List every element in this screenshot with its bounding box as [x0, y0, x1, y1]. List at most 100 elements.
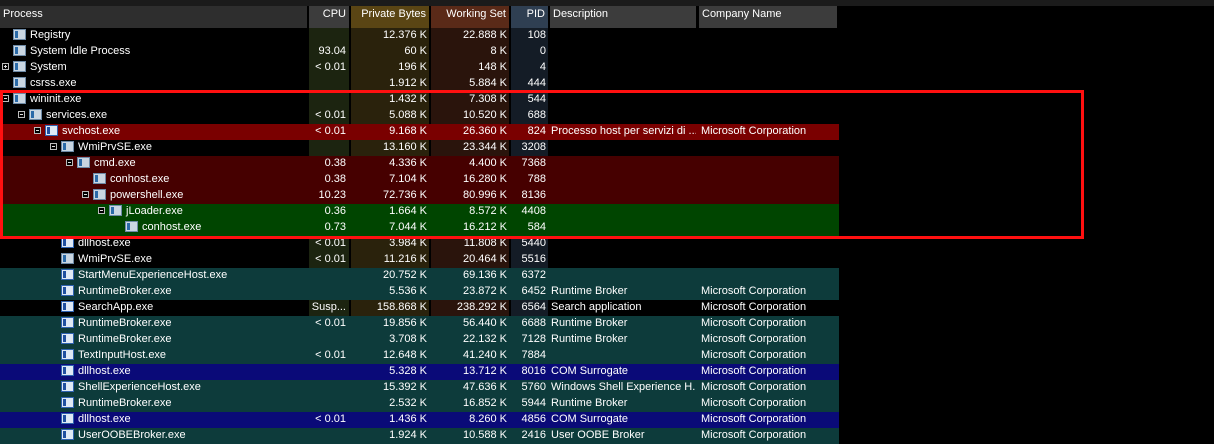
private-bytes-cell: 1.664 K — [389, 205, 427, 217]
column-header-description[interactable]: Description — [550, 6, 696, 28]
process-name-cell[interactable]: wininit.exe — [0, 92, 307, 108]
process-row[interactable]: RuntimeBroker.exe 3.708 K 22.132 K 7128 Runt… — [0, 332, 1214, 348]
process-name-cell[interactable]: dllhost.exe — [0, 236, 307, 252]
cpu-cell: 0.73 — [324, 221, 346, 233]
collapse-icon[interactable] — [34, 127, 41, 134]
working-set-cell: 148 K — [478, 61, 507, 73]
collapse-icon[interactable] — [50, 143, 57, 150]
process-icon — [61, 141, 74, 152]
process-row[interactable]: powershell.exe 10.23 72.736 K 80.996 K 8136 — [0, 188, 1214, 204]
description-cell — [551, 28, 696, 44]
cpu-cell: < 0.01 — [315, 125, 346, 137]
process-name-cell[interactable]: powershell.exe — [0, 188, 307, 204]
process-row[interactable]: WmiPrvSE.exe 13.160 K 23.344 K 3208 — [0, 140, 1214, 156]
process-row[interactable]: dllhost.exe < 0.01 3.984 K 11.808 K 5440 — [0, 236, 1214, 252]
description-cell — [551, 252, 696, 268]
process-row[interactable]: UserOOBEBroker.exe 1.924 K 10.588 K 2416 Use… — [0, 428, 1214, 444]
process-row[interactable]: dllhost.exe < 0.01 1.436 K 8.260 K 4856 COM S… — [0, 412, 1214, 428]
process-row[interactable]: SearchApp.exe Susp... 158.868 K 238.292 K 65… — [0, 300, 1214, 316]
process-icon — [13, 93, 26, 104]
private-bytes-cell: 3.708 K — [389, 333, 427, 345]
process-row[interactable]: dllhost.exe 5.328 K 13.712 K 8016 COM Surrog… — [0, 364, 1214, 380]
process-row[interactable]: ShellExperienceHost.exe 15.392 K 47.636 K 5… — [0, 380, 1214, 396]
pid-cell: 108 — [527, 29, 546, 41]
process-row[interactable]: csrss.exe 1.912 K 5.884 K 444 — [0, 76, 1214, 92]
column-header-cpu[interactable]: CPU — [309, 6, 349, 28]
process-name-cell[interactable]: UserOOBEBroker.exe — [0, 428, 307, 444]
process-name-cell[interactable]: WmiPrvSE.exe — [0, 252, 307, 268]
process-name-cell[interactable]: svchost.exe — [0, 124, 307, 140]
column-header-process[interactable]: Process — [0, 6, 307, 28]
process-name-cell[interactable]: dllhost.exe — [0, 364, 307, 380]
process-row[interactable]: RuntimeBroker.exe < 0.01 19.856 K 56.440 K 6… — [0, 316, 1214, 332]
process-row[interactable]: svchost.exe < 0.01 9.168 K 26.360 K 824 Proce… — [0, 124, 1214, 140]
expand-icon[interactable] — [2, 63, 9, 70]
process-name-cell[interactable]: SearchApp.exe — [0, 300, 307, 316]
company-cell — [701, 156, 837, 172]
cpu-cell — [309, 76, 346, 92]
collapse-icon[interactable] — [2, 95, 9, 102]
process-name-cell[interactable]: conhost.exe — [0, 172, 307, 188]
working-set-cell: 20.464 K — [462, 253, 507, 265]
column-header-private-bytes[interactable]: Private Bytes — [351, 6, 429, 28]
process-row[interactable]: jLoader.exe 0.36 1.664 K 8.572 K 4408 — [0, 204, 1214, 220]
process-row[interactable]: services.exe < 0.01 5.088 K 10.520 K 688 — [0, 108, 1214, 124]
private-bytes-cell: 196 K — [398, 61, 427, 73]
process-name-cell[interactable]: RuntimeBroker.exe — [0, 284, 307, 300]
description-cell — [551, 236, 696, 252]
process-name: conhost.exe — [110, 173, 170, 185]
column-header-working-set[interactable]: Working Set — [431, 6, 509, 28]
cpu-cell: < 0.01 — [315, 413, 346, 425]
process-name-cell[interactable]: Registry — [0, 28, 307, 44]
column-header-company[interactable]: Company Name — [699, 6, 837, 28]
process-name-cell[interactable]: csrss.exe — [0, 76, 307, 92]
process-name: RuntimeBroker.exe — [78, 397, 172, 409]
collapse-icon[interactable] — [66, 159, 73, 166]
process-row[interactable]: StartMenuExperienceHost.exe 20.752 K 69.13… — [0, 268, 1214, 284]
process-row[interactable]: System Idle Process 93.04 60 K 8 K 0 — [0, 44, 1214, 60]
process-row[interactable]: TextInputHost.exe < 0.01 12.648 K 41.240 K 7… — [0, 348, 1214, 364]
collapse-icon[interactable] — [98, 207, 105, 214]
process-row[interactable]: wininit.exe 1.432 K 7.308 K 544 — [0, 92, 1214, 108]
service-icon — [61, 301, 74, 312]
process-name-cell[interactable]: RuntimeBroker.exe — [0, 332, 307, 348]
collapse-icon[interactable] — [18, 111, 25, 118]
description-cell — [551, 108, 696, 124]
process-row[interactable]: Registry 12.376 K 22.888 K 108 — [0, 28, 1214, 44]
column-header-pid[interactable]: PID — [511, 6, 548, 28]
process-name-cell[interactable]: System — [0, 60, 307, 76]
process-name-cell[interactable]: WmiPrvSE.exe — [0, 140, 307, 156]
process-name-cell[interactable]: StartMenuExperienceHost.exe — [0, 268, 307, 284]
process-row[interactable]: cmd.exe 0.38 4.336 K 4.400 K 7368 — [0, 156, 1214, 172]
process-name-cell[interactable]: conhost.exe — [0, 220, 307, 236]
description-cell — [551, 268, 696, 284]
cpu-cell — [309, 396, 346, 412]
process-name-cell[interactable]: TextInputHost.exe — [0, 348, 307, 364]
process-name: jLoader.exe — [126, 205, 183, 217]
process-name-cell[interactable]: cmd.exe — [0, 156, 307, 172]
process-name-cell[interactable]: RuntimeBroker.exe — [0, 316, 307, 332]
process-name-cell[interactable]: dllhost.exe — [0, 412, 307, 428]
process-name-cell[interactable]: ShellExperienceHost.exe — [0, 380, 307, 396]
service-icon — [45, 125, 58, 136]
working-set-cell: 26.360 K — [462, 125, 507, 137]
description-cell: Runtime Broker — [551, 285, 628, 297]
process-row[interactable]: RuntimeBroker.exe 5.536 K 23.872 K 6452 Runt… — [0, 284, 1214, 300]
service-icon — [61, 429, 74, 440]
collapse-icon[interactable] — [82, 191, 89, 198]
description-cell: COM Surrogate — [551, 365, 629, 377]
process-name-cell[interactable]: services.exe — [0, 108, 307, 124]
cpu-cell: < 0.01 — [315, 253, 346, 265]
process-row[interactable]: RuntimeBroker.exe 2.532 K 16.852 K 5944 Runt… — [0, 396, 1214, 412]
process-row[interactable]: conhost.exe 0.38 7.104 K 16.280 K 788 — [0, 172, 1214, 188]
description-cell: Runtime Broker — [551, 317, 628, 329]
process-row[interactable]: System < 0.01 196 K 148 K 4 — [0, 60, 1214, 76]
process-name-cell[interactable]: RuntimeBroker.exe — [0, 396, 307, 412]
process-row[interactable]: conhost.exe 0.73 7.044 K 16.212 K 584 — [0, 220, 1214, 236]
process-name-cell[interactable]: System Idle Process — [0, 44, 307, 60]
process-row[interactable]: WmiPrvSE.exe < 0.01 11.216 K 20.464 K 5516 — [0, 252, 1214, 268]
working-set-cell: 7.308 K — [469, 93, 507, 105]
working-set-cell: 10.588 K — [462, 429, 507, 441]
process-name-cell[interactable]: jLoader.exe — [0, 204, 307, 220]
private-bytes-cell: 15.392 K — [382, 381, 427, 393]
